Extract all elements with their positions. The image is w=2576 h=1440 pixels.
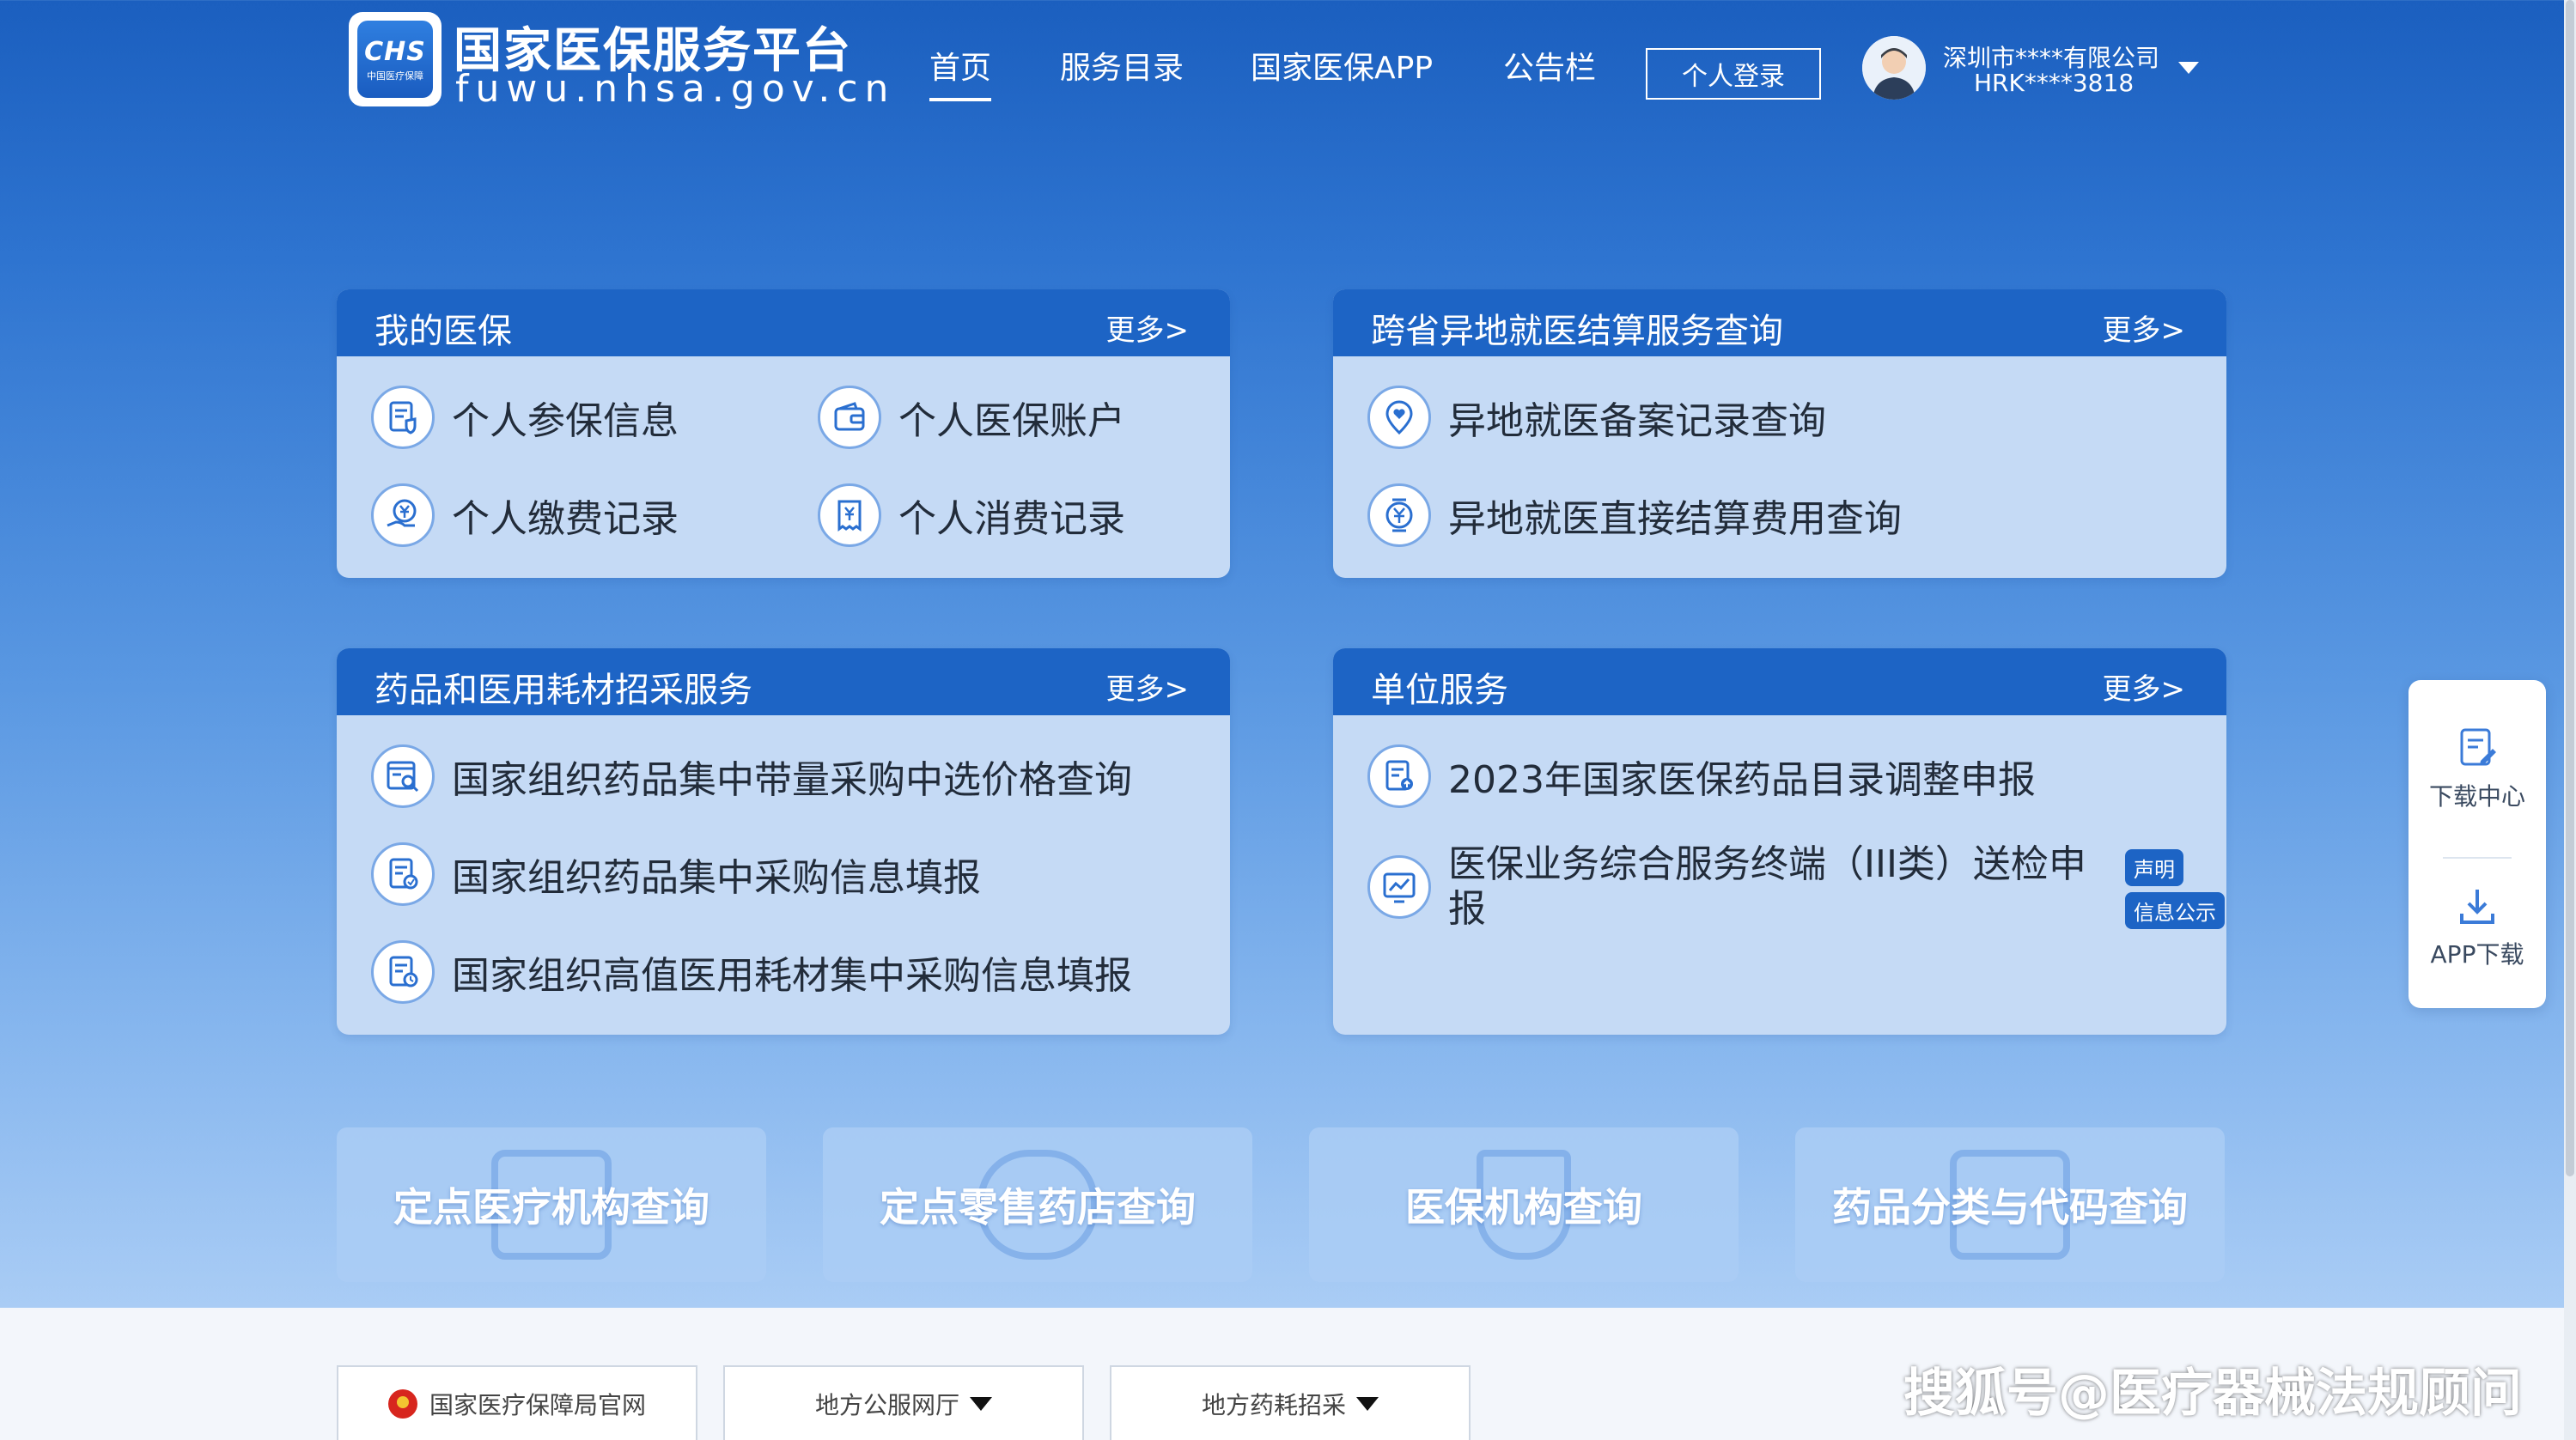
service-item-payment-records[interactable]: 个人缴费记录: [371, 483, 679, 547]
item-label: 异地就医备案记录查询: [1448, 399, 1826, 443]
panel-cross-province: 跨省异地就医结算服务查询 更多> 异地就医备案记录查询 异地就医直接结算费用查询: [1333, 289, 2226, 578]
watermark: 搜狐号@医疗器械法规顾问: [1903, 1364, 2522, 1424]
panel-title: 药品和医用耗材招采服务: [375, 671, 752, 710]
quick-link-label: 定点医疗机构查询: [393, 1184, 709, 1230]
more-link[interactable]: 更多>: [1106, 307, 1190, 349]
more-link[interactable]: 更多>: [2103, 665, 2186, 708]
panel-title: 跨省异地就医结算服务查询: [1371, 312, 1783, 351]
personal-login-button[interactable]: 个人登录: [1646, 48, 1821, 100]
service-item-terminal-inspection[interactable]: 医保业务综合服务终端（III类）送检申报: [1367, 842, 2118, 932]
search-document-icon: [371, 744, 435, 808]
item-label: 医保业务综合服务终端（III类）送检申报: [1448, 842, 2086, 931]
yuan-hand-icon: [371, 483, 435, 547]
statement-tag[interactable]: 声明: [2125, 849, 2183, 886]
avatar[interactable]: [1862, 36, 1926, 100]
logo-mark: CHS: [364, 36, 426, 67]
footer-link-nhsa-official[interactable]: 国家医疗保障局官网: [337, 1365, 697, 1440]
chart-monitor-icon: [1367, 855, 1431, 919]
footer-link-label: 地方公服网厅: [814, 1391, 959, 1419]
quick-link-label: 定点零售药店查询: [880, 1184, 1196, 1230]
item-label: 国家组织药品集中采购信息填报: [452, 856, 981, 900]
service-item-filing-records[interactable]: 异地就医备案记录查询: [1367, 386, 1826, 449]
service-item-consumption-records[interactable]: 个人消费记录: [818, 483, 1125, 547]
service-item-price-query[interactable]: 国家组织药品集中带量采购中选价格查询: [371, 744, 1132, 808]
item-label: 个人消费记录: [898, 497, 1125, 541]
download-center-label: 下载中心: [2428, 782, 2525, 811]
document-edit-icon: [2460, 728, 2496, 766]
divider: [2443, 857, 2512, 859]
site-url: fuwu.nhsa.gov.cn: [455, 67, 896, 111]
download-icon: [2460, 890, 2494, 924]
item-label: 2023年国家医保药品目录调整申报: [1448, 758, 2036, 802]
quick-link-label: 医保机构查询: [1405, 1184, 1642, 1230]
app-download-label: APP下载: [2430, 940, 2524, 969]
panel-header: 跨省异地就医结算服务查询 更多>: [1333, 289, 2226, 356]
footer-link-label: 国家医疗保障局官网: [429, 1391, 646, 1419]
item-label: 国家组织药品集中带量采购中选价格查询: [452, 758, 1132, 802]
panel-procurement: 药品和医用耗材招采服务 更多> 国家组织药品集中带量采购中选价格查询 国家组织药…: [337, 648, 1230, 1035]
nav-bulletin[interactable]: 公告栏: [1503, 43, 1596, 88]
footer-dropdown-local-procurement[interactable]: 地方药耗招采: [1110, 1365, 1471, 1440]
logo-subtitle: 中国医疗保障: [367, 70, 423, 82]
caret-down-icon: [1356, 1397, 1379, 1411]
document-shield-icon: [371, 386, 435, 449]
footer-link-label: 地方药耗招采: [1201, 1391, 1346, 1419]
item-label: 个人医保账户: [898, 399, 1125, 443]
quick-link-drug-codes[interactable]: 药品分类与代码查询: [1795, 1127, 2225, 1282]
side-toolbar: 下载中心 APP下载: [2409, 680, 2546, 1008]
form-icon: [371, 842, 435, 906]
wallet-icon: [818, 386, 881, 449]
service-item-consumables-info[interactable]: 国家组织高值医用耗材集中采购信息填报: [371, 940, 1132, 1004]
nav-national-app[interactable]: 国家医保APP: [1251, 43, 1433, 88]
panel-header: 我的医保 更多>: [337, 289, 1230, 356]
quick-link-medical-institutions[interactable]: 定点医疗机构查询: [337, 1127, 766, 1282]
logo-emblem: CHS 中国医疗保障: [357, 21, 433, 98]
user-id: HRK****3818: [1974, 69, 2134, 97]
scrollbar-thumb[interactable]: [2566, 0, 2574, 1176]
quick-link-retail-pharmacies[interactable]: 定点零售药店查询: [823, 1127, 1252, 1282]
item-label: 异地就医直接结算费用查询: [1448, 497, 1902, 541]
user-avatar-icon: [1862, 36, 1926, 100]
form-clock-icon: [371, 940, 435, 1004]
service-item-settlement-query[interactable]: 异地就医直接结算费用查询: [1367, 483, 1902, 547]
item-label: 国家组织高值医用耗材集中采购信息填报: [452, 954, 1132, 998]
service-item-procurement-info[interactable]: 国家组织药品集中采购信息填报: [371, 842, 981, 906]
nav-service-catalog[interactable]: 服务目录: [1060, 43, 1184, 88]
footer-dropdown-local-services[interactable]: 地方公服网厅: [723, 1365, 1084, 1440]
quick-link-insurance-agencies[interactable]: 医保机构查询: [1309, 1127, 1739, 1282]
service-item-personal-account[interactable]: 个人医保账户: [818, 386, 1125, 449]
location-heart-icon: [1367, 386, 1431, 449]
more-link[interactable]: 更多>: [2103, 307, 2186, 349]
national-emblem-icon: [387, 1389, 417, 1419]
panel-title: 单位服务: [1371, 671, 1508, 710]
service-item-personal-insurance-info[interactable]: 个人参保信息: [371, 386, 679, 449]
download-center-button[interactable]: 下载中心: [2409, 723, 2546, 812]
panel-my-insurance: 我的医保 更多> 个人参保信息 个人医保账户 个人缴费记录 个人消费记录: [337, 289, 1230, 578]
item-label: 个人参保信息: [452, 399, 679, 443]
quick-link-label: 药品分类与代码查询: [1832, 1184, 2188, 1230]
chevron-down-icon[interactable]: [2178, 62, 2199, 74]
logo[interactable]: CHS 中国医疗保障: [349, 12, 442, 106]
nav-active-indicator: [929, 98, 991, 101]
caret-down-icon: [970, 1397, 992, 1411]
panel-title: 我的医保: [375, 312, 512, 351]
panel-unit-service: 单位服务 更多> 2023年国家医保药品目录调整申报 医保业务综合服务终端（II…: [1333, 648, 2226, 1035]
nav-home[interactable]: 首页: [929, 43, 991, 88]
receipt-yuan-icon: [818, 483, 881, 547]
app-download-button[interactable]: APP下载: [2409, 881, 2546, 970]
panel-header: 单位服务 更多>: [1333, 648, 2226, 715]
item-label: 个人缴费记录: [452, 497, 679, 541]
document-upload-icon: [1367, 744, 1431, 808]
yuan-coin-icon: [1367, 483, 1431, 547]
panel-header: 药品和医用耗材招采服务 更多>: [337, 648, 1230, 715]
info-disclosure-tag[interactable]: 信息公示: [2125, 892, 2225, 929]
more-link[interactable]: 更多>: [1106, 665, 1190, 708]
service-item-catalog-adjustment[interactable]: 2023年国家医保药品目录调整申报: [1367, 744, 2036, 808]
